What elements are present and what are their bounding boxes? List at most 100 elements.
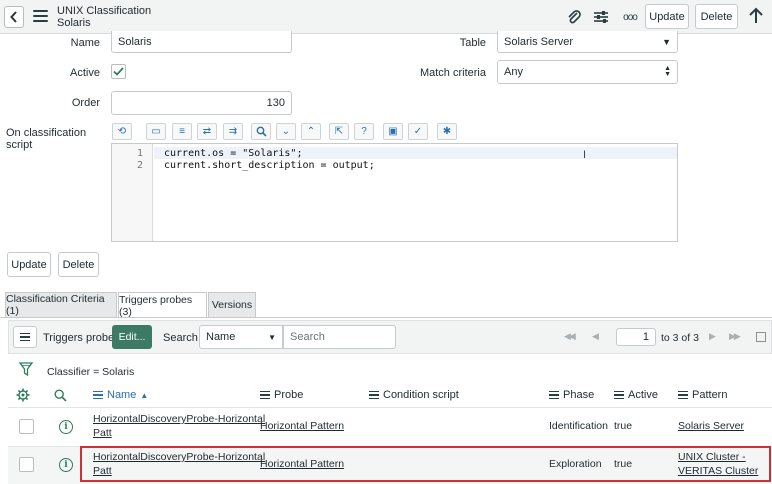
info-icon[interactable]: i — [59, 458, 73, 472]
column-menu-icon[interactable] — [549, 390, 559, 400]
search-icon[interactable] — [251, 123, 271, 140]
search-field-select[interactable]: Name ▼ — [199, 325, 283, 349]
active-label: Active — [70, 67, 100, 79]
replace-all-icon[interactable]: ⇉ — [223, 123, 243, 140]
search-label: Search — [163, 332, 198, 344]
page-total: to 3 of 3 — [661, 332, 699, 344]
name-text-line: HorizontalDiscoveryProbe-Horizontal — [93, 413, 266, 425]
search-field-value: Name — [206, 331, 236, 343]
comment-icon[interactable]: ▭ — [146, 123, 166, 140]
name-text-line: Patt — [93, 427, 112, 439]
column-search-icon[interactable] — [54, 389, 67, 405]
table-select[interactable]: Solaris Server ▼ — [497, 31, 678, 53]
info-icon[interactable]: i — [59, 420, 73, 434]
column-header-label: Phase — [563, 389, 595, 401]
arrow-up-icon[interactable] — [745, 5, 767, 27]
next-page-icon[interactable]: ▶ — [709, 331, 716, 342]
column-header-label: Probe — [274, 389, 304, 401]
row-active: true — [614, 420, 633, 432]
row-name-link[interactable]: HorizontalDiscoveryProbe-Horizontal Patt — [93, 412, 265, 440]
expand-icon[interactable]: ⇱ — [329, 123, 349, 140]
table-value: Solaris Server — [504, 35, 574, 48]
debug-icon[interactable]: ✱ — [437, 123, 457, 140]
delete-button[interactable]: Delete — [58, 252, 99, 277]
script-label: On classification script — [6, 127, 87, 151]
collapse-up-icon[interactable]: ⌃ — [301, 123, 321, 140]
column-menu-icon[interactable] — [93, 390, 103, 400]
more-options-icon[interactable]: ooo — [618, 6, 642, 28]
last-page-icon[interactable]: ▶▶ — [729, 331, 741, 342]
column-header-name[interactable]: Name ▲ — [93, 389, 148, 401]
code-line: current.short_description = output; — [164, 160, 375, 171]
column-menu-icon[interactable] — [678, 390, 688, 400]
row-checkbox[interactable] — [19, 457, 34, 472]
search-input[interactable]: Search — [283, 325, 396, 349]
list-menu-button[interactable] — [13, 326, 37, 348]
script-editor[interactable]: 1 2 current.os = "Solaris"; current.shor… — [111, 143, 678, 242]
form-subtitle: Solaris — [57, 17, 91, 29]
tab-triggers-probes[interactable]: Triggers probes (3) — [118, 292, 207, 318]
name-field[interactable]: Solaris — [111, 31, 292, 53]
save-icon[interactable]: ▣ — [383, 123, 403, 140]
update-button[interactable]: Update — [7, 252, 51, 277]
first-page-icon[interactable]: ◀◀ — [564, 331, 576, 342]
chevron-left-icon — [10, 11, 17, 23]
filter-icon[interactable] — [18, 362, 34, 380]
form-title: UNIX Classification — [57, 5, 152, 17]
pattern-text-line: Solaris Server — [678, 420, 744, 432]
format-icon[interactable]: ⟲ — [112, 123, 132, 140]
column-header-pattern[interactable]: Pattern — [678, 389, 727, 401]
column-header-label: Pattern — [692, 389, 728, 401]
column-header-phase[interactable]: Phase — [549, 389, 594, 401]
back-button[interactable] — [4, 6, 24, 28]
sort-ascending-icon: ▲ — [140, 390, 149, 400]
column-menu-icon[interactable] — [614, 390, 624, 400]
active-checkbox[interactable] — [111, 64, 126, 79]
attachment-icon[interactable] — [563, 6, 585, 28]
line-number-gutter: 1 2 — [112, 144, 153, 241]
column-menu-icon[interactable] — [369, 390, 379, 400]
tab-versions[interactable]: Versions — [208, 292, 256, 317]
edit-button[interactable]: Edit... — [112, 325, 152, 349]
column-header-label: Name — [107, 389, 137, 401]
match-criteria-label: Match criteria — [419, 67, 486, 79]
tab-classification-criteria[interactable]: Classification Criteria (1) — [5, 292, 117, 317]
collapse-list-icon[interactable] — [756, 332, 766, 342]
line-number: 1 — [136, 148, 143, 159]
select-arrows-icon: ▲ ▼ — [664, 65, 671, 78]
column-menu-icon[interactable] — [260, 390, 270, 400]
name-label: Name — [70, 37, 100, 49]
column-header-active[interactable]: Active — [614, 389, 658, 401]
page-number-input[interactable]: 1 — [616, 328, 656, 346]
checkmark-icon — [113, 67, 124, 76]
code-line: current.os = "Solaris"; — [164, 148, 303, 159]
replace-icon[interactable]: ⇄ — [197, 123, 217, 140]
previous-page-icon[interactable]: ◀ — [592, 331, 599, 342]
column-header-label: Condition script — [383, 389, 459, 401]
check-script-icon[interactable]: ✓ — [408, 123, 428, 140]
row-checkbox[interactable] — [19, 419, 34, 434]
row-probe-link[interactable]: Horizontal Pattern — [260, 419, 344, 433]
column-header-probe[interactable]: Probe — [260, 389, 303, 401]
settings-sliders-icon[interactable] — [590, 6, 612, 28]
filter-breadcrumb[interactable]: Classifier = Solaris — [47, 366, 134, 378]
line-number: 2 — [136, 160, 143, 171]
list-settings-gear-icon[interactable] — [16, 388, 30, 405]
help-icon[interactable]: ? — [354, 123, 374, 140]
dropdown-arrow-icon: ▼ — [268, 332, 276, 342]
hamburger-icon — [20, 332, 30, 342]
match-criteria-value: Any — [504, 66, 523, 78]
column-header-condition-script[interactable]: Condition script — [369, 389, 459, 401]
order-field[interactable]: 130 — [111, 91, 292, 115]
row-pattern-link[interactable]: Solaris Server — [678, 419, 744, 433]
header-update-button[interactable]: Update — [645, 4, 689, 29]
match-criteria-select[interactable]: Any ▲ ▼ — [497, 60, 678, 84]
context-menu-icon[interactable] — [33, 10, 48, 22]
row-phase: Identification — [549, 420, 608, 432]
table-label: Table — [459, 37, 486, 49]
order-label: Order — [71, 97, 100, 109]
text-cursor-icon: I — [583, 149, 587, 161]
header-delete-button[interactable]: Delete — [695, 4, 738, 29]
collapse-down-icon[interactable]: ⌄ — [276, 123, 296, 140]
list-icon[interactable]: ≡ — [172, 123, 192, 140]
